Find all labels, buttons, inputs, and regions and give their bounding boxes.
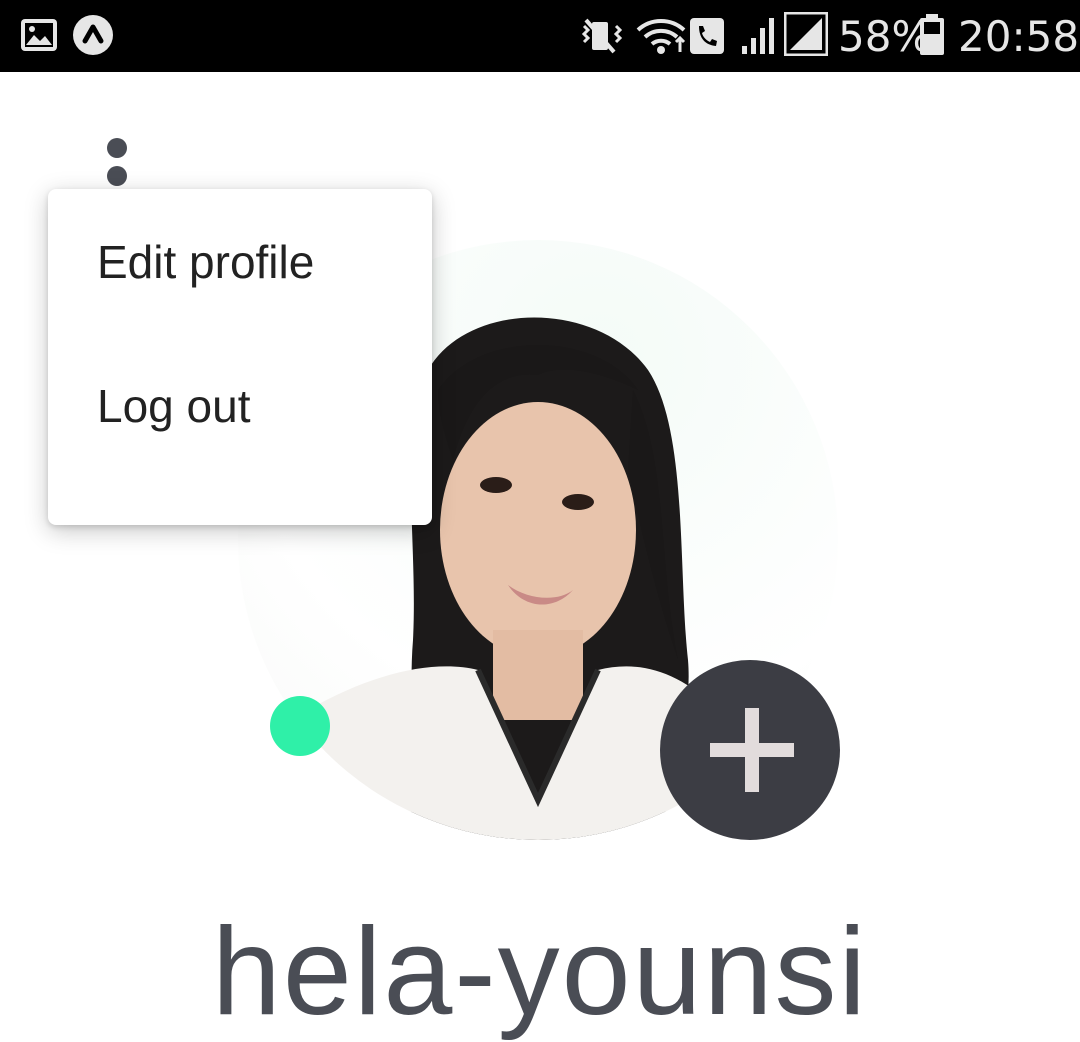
clock: 20:58	[958, 12, 1080, 61]
menu-item-label: Edit profile	[97, 236, 315, 288]
online-status-indicator	[270, 696, 330, 756]
app-notification-icon	[72, 14, 114, 56]
signal-icon	[740, 14, 780, 56]
wifi-call-icon	[690, 18, 724, 54]
status-bar: 58% 20:58	[0, 0, 1080, 72]
wifi-icon	[634, 16, 688, 56]
signal-full-icon	[783, 11, 829, 57]
profile-page: Edit profile Log out hela-younsi	[0, 72, 1080, 1041]
more-vertical-icon[interactable]	[96, 132, 140, 196]
menu-item-label: Log out	[97, 380, 251, 432]
profile-username: hela-younsi	[211, 903, 869, 1041]
image-icon	[20, 16, 58, 54]
plus-icon[interactable]	[660, 660, 840, 840]
menu-item-log-out[interactable]: Log out	[48, 333, 432, 477]
vibrate-icon	[580, 16, 624, 56]
battery-icon	[918, 14, 946, 56]
menu-item-edit-profile[interactable]: Edit profile	[48, 189, 432, 333]
overflow-menu: Edit profile Log out	[48, 189, 432, 525]
